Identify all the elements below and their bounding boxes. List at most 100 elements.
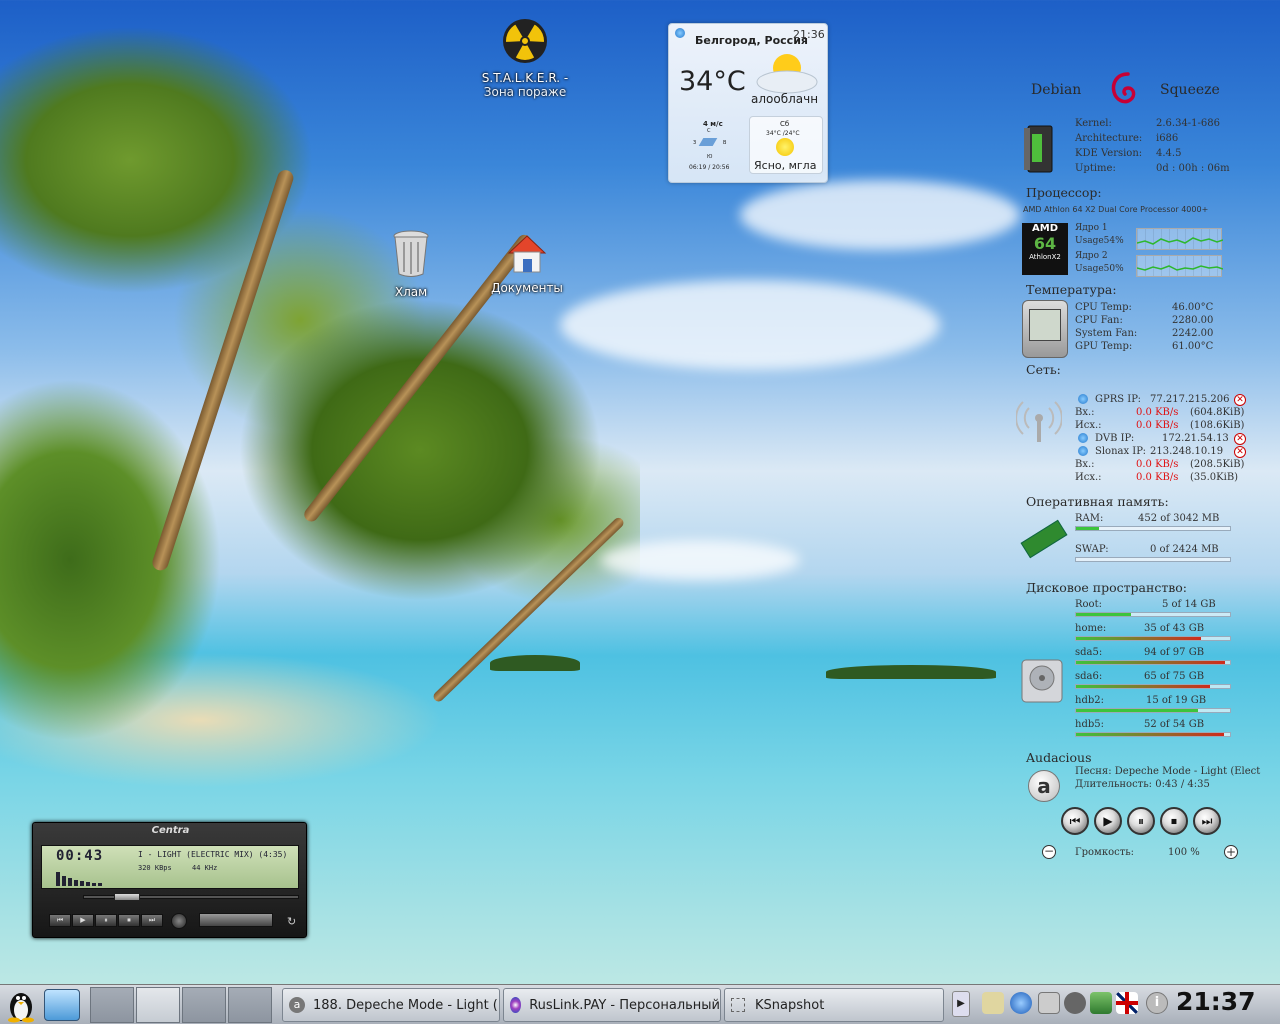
pager-desktop-1[interactable] [90,987,134,1023]
disk-usage-value: 35 of 43 GB [1144,623,1205,634]
task-ksnapshot[interactable]: KSnapshot [724,988,944,1022]
home-folder-icon [507,235,547,273]
ram-bar [1075,526,1231,531]
volume-down-button[interactable]: − [1042,845,1056,859]
disk-usage-value: 65 of 75 GB [1144,671,1205,682]
play-button[interactable]: ▶ [1094,807,1122,835]
computer-tower-icon [1024,125,1053,173]
next-track-button[interactable]: ⏭ [1193,807,1221,835]
gprs-up-rate: 0.0 KB/s [1136,420,1179,431]
clock[interactable]: 21:37 [1176,987,1256,1016]
desktop-icon-trash[interactable]: Хлам [380,230,442,299]
task-audacious[interactable]: a 188. Depeche Mode - Light ( [282,988,500,1022]
weather-city: Белгород, Россия [695,34,808,47]
previous-track-button[interactable]: ⏮ [1061,807,1089,835]
player-eject-button[interactable] [171,913,187,929]
player-track: I - LIGHT (ELECTRIC MIX) (4:35) [138,850,288,859]
core1-label: Ядро 1 [1075,223,1108,233]
disk-label: Root: [1075,599,1102,610]
player-prev-button[interactable]: ⏮ [49,914,71,927]
tray-expand-arrow[interactable]: ▶ [952,991,970,1017]
core2-graph [1136,255,1224,277]
media-player-window[interactable]: Centra 00:43 I - LIGHT (ELECTRIC MIX) (4… [32,822,307,938]
uk-flag-icon[interactable] [1116,992,1138,1014]
player-play-button[interactable]: ▶ [72,914,94,927]
slonax-down-total: (208.5KiB) [1190,459,1245,470]
network-icon[interactable] [1010,992,1032,1014]
disconnect-icon[interactable]: ✕ [1234,433,1246,445]
cloud [600,540,800,580]
speaker-icon[interactable] [982,992,1004,1014]
cpu-fan-label: CPU Fan: [1075,315,1123,326]
task-label: RusLink.PAY - Персональный [529,997,720,1013]
volume-label: Громкость: [1075,847,1135,858]
system-fan-value: 2242.00 [1172,328,1214,339]
calendar-icon[interactable] [1090,992,1112,1014]
gprs-up-label: Исх.: [1075,420,1102,431]
kde-version-label: KDE Version: [1075,148,1143,159]
cloud [740,180,1020,250]
disconnect-icon[interactable]: ✕ [1234,394,1246,406]
slonax-down-label: Вх.: [1075,459,1095,470]
seek-bar[interactable] [83,893,299,901]
player-repeat-icon[interactable]: ↻ [287,915,296,928]
disk-label: sda6: [1075,671,1103,682]
network-globe-icon [1078,446,1088,456]
audacious-tray-icon[interactable] [1064,992,1086,1014]
hard-drive-icon [1021,659,1063,703]
clipboard-icon[interactable] [1038,992,1060,1014]
player-samplerate: 44 KHz [192,864,218,872]
uptime-label: Uptime: [1075,163,1116,174]
compass-e: В [723,140,727,146]
pager-desktop-2[interactable] [136,987,180,1023]
player-volume-slider[interactable] [199,913,273,927]
tux-penguin-icon [8,993,34,1023]
forecast-card[interactable]: Сб 34°C /24°C Ясно, мгла [749,116,823,174]
player-next-button[interactable]: ⏭ [141,914,163,927]
desktop-icon-label: S.T.A.L.K.E.R. - [481,71,569,85]
disk-usage-value: 94 of 97 GB [1144,647,1205,658]
pause-button[interactable]: ⏸ [1127,807,1155,835]
island [826,665,996,679]
slonax-up-rate: 0.0 KB/s [1136,472,1179,483]
weather-time: 21:36 [793,28,825,41]
pager-desktop-3[interactable] [182,987,226,1023]
disconnect-icon[interactable]: ✕ [1234,446,1246,458]
info-icon[interactable]: i [1146,992,1168,1014]
audacious-logo-icon: a [1028,770,1060,802]
desktop-icon-documents[interactable]: Документы [484,232,570,295]
gpu-temp-value: 61.00°C [1172,341,1214,352]
player-pause-button[interactable]: ⏸ [95,914,117,927]
weather-widget[interactable]: Белгород, Россия 21:36 34°C алооблачн 4 … [668,23,828,183]
pager-desktop-4[interactable] [228,987,272,1023]
disk-usage-value: 15 of 19 GB [1146,695,1207,706]
desktop-icon-stalker[interactable]: S.T.A.L.K.E.R. - Зона пораже [470,18,580,99]
disk-usage-bar [1075,636,1231,641]
disk-label: hdb5: [1075,719,1104,730]
show-desktop-icon[interactable] [44,989,80,1021]
gprs-down-rate: 0.0 KB/s [1136,407,1179,418]
disk-usage-bar [1075,732,1231,737]
kde-menu-button[interactable] [4,987,38,1023]
taskbar: a 188. Depeche Mode - Light ( RusLink.PA… [0,984,1280,1024]
task-browser[interactable]: RusLink.PAY - Персональный [503,988,721,1022]
network-globe-icon [1078,433,1088,443]
volume-up-button[interactable]: + [1224,845,1238,859]
sun-icon [776,138,794,156]
arch-label: Architecture: [1075,133,1143,144]
weather-wind: 4 м/с [703,120,723,128]
player-stop-button[interactable]: ⏹ [118,914,140,927]
gprs-ip-label: GPRS IP: [1095,394,1141,405]
weather-condition: алооблачн [751,92,819,106]
gpu-temp-label: GPU Temp: [1075,341,1133,352]
disk-usage-bar [1075,612,1231,617]
player-bitrate: 320 KBps [138,864,172,872]
wind-arrow-icon [698,138,718,146]
swap-label: SWAP: [1075,544,1109,555]
cpu-temp-label: CPU Temp: [1075,302,1132,313]
distro-name: Debian [1031,82,1082,98]
compass-n: С [707,128,711,134]
browser-icon [510,997,522,1013]
player-display: 00:43 I - LIGHT (ELECTRIC MIX) (4:35) 32… [41,845,299,889]
stop-button[interactable]: ⏹ [1160,807,1188,835]
